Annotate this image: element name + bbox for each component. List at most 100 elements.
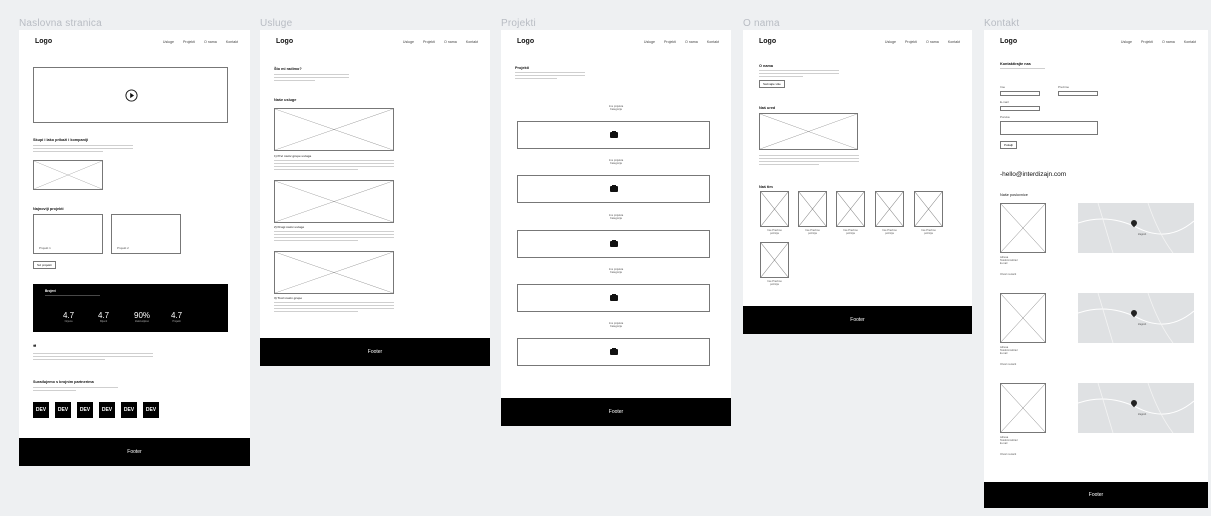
- nav-item-usluge[interactable]: Usluge: [1121, 40, 1132, 44]
- message-textarea[interactable]: [1000, 121, 1098, 135]
- nav-item-o-nama[interactable]: O nama: [1162, 40, 1175, 44]
- quote-icon: ❝: [33, 345, 37, 351]
- email-input[interactable]: [1000, 106, 1040, 111]
- contact-email[interactable]: -hello@interdizajn.com: [1000, 171, 1066, 178]
- project-label: Ime projekta Kategorija: [608, 214, 624, 220]
- map[interactable]: Zagreb: [1078, 293, 1194, 343]
- frame-title-services: Usluge: [260, 18, 293, 29]
- about-intro-heading: O nama: [759, 64, 773, 68]
- send-button[interactable]: Pošalji: [1000, 141, 1017, 149]
- frame-projects: Logo Usluge Projekti O nama Kontakt Proj…: [501, 30, 731, 426]
- project-card-label: Projekt 1: [39, 246, 51, 250]
- nav-item-o-nama[interactable]: O nama: [204, 40, 217, 44]
- office-caption: Adresa Telefon/mobitel E-mail: [1000, 346, 1018, 355]
- project-row-5[interactable]: [517, 338, 710, 366]
- nav-menu: Usluge Projekti O nama Kontakt: [1121, 40, 1196, 44]
- message-label: Poruka: [1000, 115, 1010, 119]
- partner-logo: DEV: [77, 402, 93, 418]
- surname-input[interactable]: [1058, 91, 1098, 96]
- map[interactable]: Zagreb: [1078, 383, 1194, 433]
- map-city-label: Zagreb: [1138, 413, 1147, 416]
- stats-heading: Brojevi: [45, 289, 56, 293]
- intro-heading: Skupi i lako prikaži i kompaniji: [33, 138, 89, 142]
- office-caption: Adresa Telefon/mobitel E-mail: [1000, 256, 1018, 265]
- play-icon[interactable]: [125, 89, 138, 102]
- partner-logo: DEV: [99, 402, 115, 418]
- footer: Footer: [260, 338, 490, 366]
- nav-item-usluge[interactable]: Usluge: [644, 40, 655, 44]
- image-placeholder: [274, 180, 394, 223]
- directions-link[interactable]: Otvori na karti: [1000, 273, 1016, 276]
- nav-item-usluge[interactable]: Usluge: [403, 40, 414, 44]
- contact-heading: Kontaktirajte nas: [1000, 62, 1031, 66]
- offices-heading: Naše poslovnice: [1000, 193, 1028, 197]
- project-label: Ime projekta Kategorija: [608, 322, 624, 328]
- team-photo: [836, 191, 865, 227]
- office-photo: [1000, 293, 1046, 343]
- team-member-caption: Ime Prezime pozicija: [843, 229, 858, 235]
- nav-item-o-nama[interactable]: O nama: [444, 40, 457, 44]
- partner-logo: DEV: [33, 402, 49, 418]
- logo[interactable]: Logo: [1000, 38, 1017, 45]
- nav-item-kontakt[interactable]: Kontakt: [707, 40, 719, 44]
- project-card-2[interactable]: Projekt 2: [111, 214, 181, 254]
- stat-4: 4.7 Projekti: [171, 311, 183, 323]
- nav-item-projekti[interactable]: Projekti: [423, 40, 435, 44]
- nav-item-kontakt[interactable]: Kontakt: [226, 40, 238, 44]
- nav-item-projekti[interactable]: Projekti: [183, 40, 195, 44]
- partner-logo: DEV: [121, 402, 137, 418]
- office-caption: Adresa Telefon/mobitel E-mail: [1000, 436, 1018, 445]
- stats-section: Brojevi 4.7 Ocjena 4.7 Klijenti 90% Zadovol…: [33, 284, 228, 332]
- nav-item-o-nama[interactable]: O nama: [926, 40, 939, 44]
- email-label: E-mail: [1000, 100, 1009, 104]
- partner-logo: DEV: [143, 402, 159, 418]
- name-label: Ime: [1000, 85, 1006, 89]
- team-member-caption: Ime Prezime pozicija: [767, 280, 782, 286]
- project-row-4[interactable]: [517, 284, 710, 312]
- project-label: Ime projekta Kategorija: [608, 268, 624, 274]
- map-city-label: Zagreb: [1138, 323, 1147, 326]
- nav-item-usluge[interactable]: Usluge: [163, 40, 174, 44]
- navbar: Logo Usluge Projekti O nama Kontakt: [501, 30, 731, 52]
- nav-item-projekti[interactable]: Projekti: [664, 40, 676, 44]
- services-heading: Naše usluge: [274, 98, 297, 102]
- frame-title-projects: Projekti: [501, 18, 536, 29]
- team-member-caption: Ime Prezime pozicija: [767, 229, 782, 235]
- team-photo: [798, 191, 827, 227]
- footer: Footer: [19, 438, 250, 466]
- nav-item-kontakt[interactable]: Kontakt: [1184, 40, 1196, 44]
- nav-item-kontakt[interactable]: Kontakt: [948, 40, 960, 44]
- logo[interactable]: Logo: [35, 38, 52, 45]
- nav-item-usluge[interactable]: Usluge: [885, 40, 896, 44]
- logo[interactable]: Logo: [759, 38, 776, 45]
- navbar: Logo Usluge Projekti O nama Kontakt: [743, 30, 972, 52]
- nav-item-kontakt[interactable]: Kontakt: [466, 40, 478, 44]
- nav-item-projekti[interactable]: Projekti: [1141, 40, 1153, 44]
- frame-home: Logo Usluge Projekti O nama Kontakt Skup…: [19, 30, 250, 466]
- office-photo: [1000, 383, 1046, 433]
- office-heading: Naš ured: [759, 106, 776, 110]
- hero-video[interactable]: [33, 67, 228, 123]
- project-row-2[interactable]: [517, 175, 710, 203]
- image-icon: [609, 239, 618, 247]
- project-label: Ime projekta Kategorija: [608, 159, 624, 165]
- projects-intro-heading: Projekti: [515, 66, 529, 70]
- frame-about: Logo Usluge Projekti O nama Kontakt O na…: [743, 30, 972, 334]
- map[interactable]: Zagreb: [1078, 203, 1194, 253]
- nav-menu: Usluge Projekti O nama Kontakt: [644, 40, 719, 44]
- logo[interactable]: Logo: [517, 38, 534, 45]
- learn-more-button[interactable]: Saznajte više: [759, 80, 785, 88]
- all-projects-button[interactable]: Svi projekti: [33, 261, 56, 269]
- logo[interactable]: Logo: [276, 38, 293, 45]
- image-placeholder: [759, 113, 858, 150]
- stat-3: 90% Zadovoljstvo: [134, 311, 151, 323]
- name-input[interactable]: [1000, 91, 1040, 96]
- project-row-3[interactable]: [517, 230, 710, 258]
- directions-link[interactable]: Otvori na karti: [1000, 453, 1016, 456]
- directions-link[interactable]: Otvori na karti: [1000, 363, 1016, 366]
- nav-item-o-nama[interactable]: O nama: [685, 40, 698, 44]
- project-card-1[interactable]: Projekt 1: [33, 214, 103, 254]
- footer: Footer: [984, 482, 1208, 508]
- project-row-1[interactable]: [517, 121, 710, 149]
- nav-item-projekti[interactable]: Projekti: [905, 40, 917, 44]
